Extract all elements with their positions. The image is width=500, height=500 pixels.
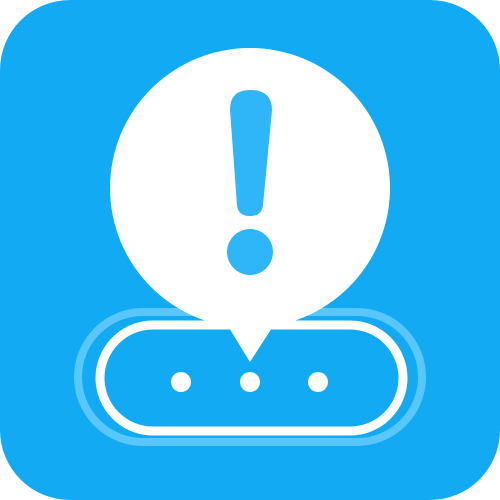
- typing-dot-2: [240, 372, 260, 392]
- typing-dot-3: [308, 372, 328, 392]
- exclamation-dot: [227, 229, 273, 275]
- app-icon-graphic: [0, 0, 500, 500]
- app-icon[interactable]: [0, 0, 500, 500]
- typing-dot-1: [171, 372, 191, 392]
